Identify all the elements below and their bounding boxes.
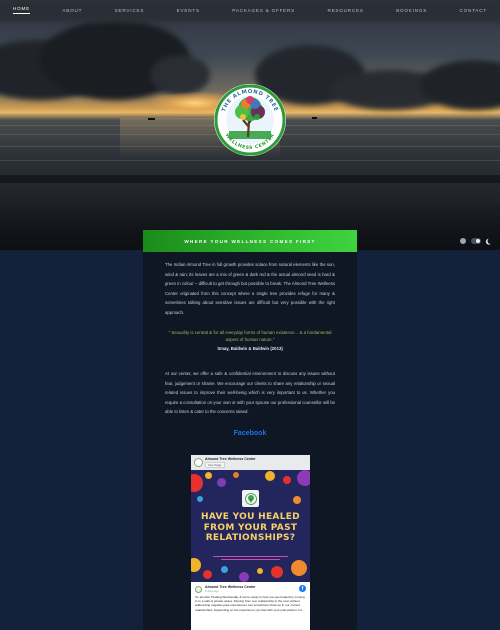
quote-citation: Smay, Baldwin & Baldwin (2013) [217, 346, 283, 351]
fb-post-text: It's another Healing Wednesday & we're r… [195, 595, 305, 612]
fb-post-time[interactable]: 6 days ago [205, 589, 256, 593]
nav-resources[interactable]: Resources [327, 8, 363, 13]
facebook-icon[interactable]: f [299, 585, 306, 592]
nav-bookings[interactable]: Bookings [396, 8, 427, 13]
moon-icon[interactable] [488, 238, 494, 244]
theme-toggle-group [460, 238, 492, 244]
fb-page-name[interactable]: Almond Tree Wellness Center [205, 457, 256, 461]
tree-icon [244, 492, 257, 505]
facebook-embed[interactable]: Almond Tree Wellness Center Like Page HA… [191, 455, 310, 630]
nav-services[interactable]: Services [115, 8, 145, 13]
poster-title: HAVE YOU HEALED FROM YOUR PAST RELATIONS… [201, 512, 300, 543]
facebook-heading: Facebook [233, 430, 267, 437]
fb-page-header: Almond Tree Wellness Center Like Page [191, 455, 310, 470]
theme-switch[interactable] [471, 238, 481, 244]
poster-subtext-line [221, 559, 280, 561]
nav-home[interactable]: Home [13, 6, 30, 14]
poster-subtext-line [213, 556, 288, 558]
tagline-text: Where your wellness comes first [184, 238, 316, 244]
fb-post-image[interactable]: HAVE YOU HEALED FROM YOUR PAST RELATIONS… [191, 470, 310, 582]
sun-icon[interactable] [460, 238, 466, 244]
main-nav: Home About Services Events Packages & Of… [0, 0, 500, 20]
almond-tree-logo[interactable]: THE ALMOND TREE WELLNESS CENTER [213, 79, 287, 161]
poster-logo [242, 490, 259, 507]
nav-contact[interactable]: Contact [460, 8, 487, 13]
services-paragraph: At our center, we offer a safe & confide… [165, 371, 335, 415]
fb-page-avatar[interactable] [194, 458, 203, 467]
switch-knob [475, 238, 481, 244]
nav-packages-offers[interactable]: Packages & Offers [232, 8, 295, 13]
fb-post-avatar[interactable] [195, 585, 202, 593]
logo-emblem: THE ALMOND TREE WELLNESS CENTER [214, 84, 286, 156]
quote-text: " Sexuality is central & for all everyda… [168, 330, 332, 343]
fb-post: Almond Tree Wellness Center 6 days ago f… [191, 582, 310, 630]
nav-about[interactable]: About [62, 8, 82, 13]
fb-like-page-button[interactable]: Like Page [205, 462, 225, 468]
intro-paragraph: The Indian Almond Tree in full growth pr… [165, 262, 335, 315]
tagline-banner: Where your wellness comes first [143, 230, 357, 252]
nav-events[interactable]: Events [177, 8, 200, 13]
